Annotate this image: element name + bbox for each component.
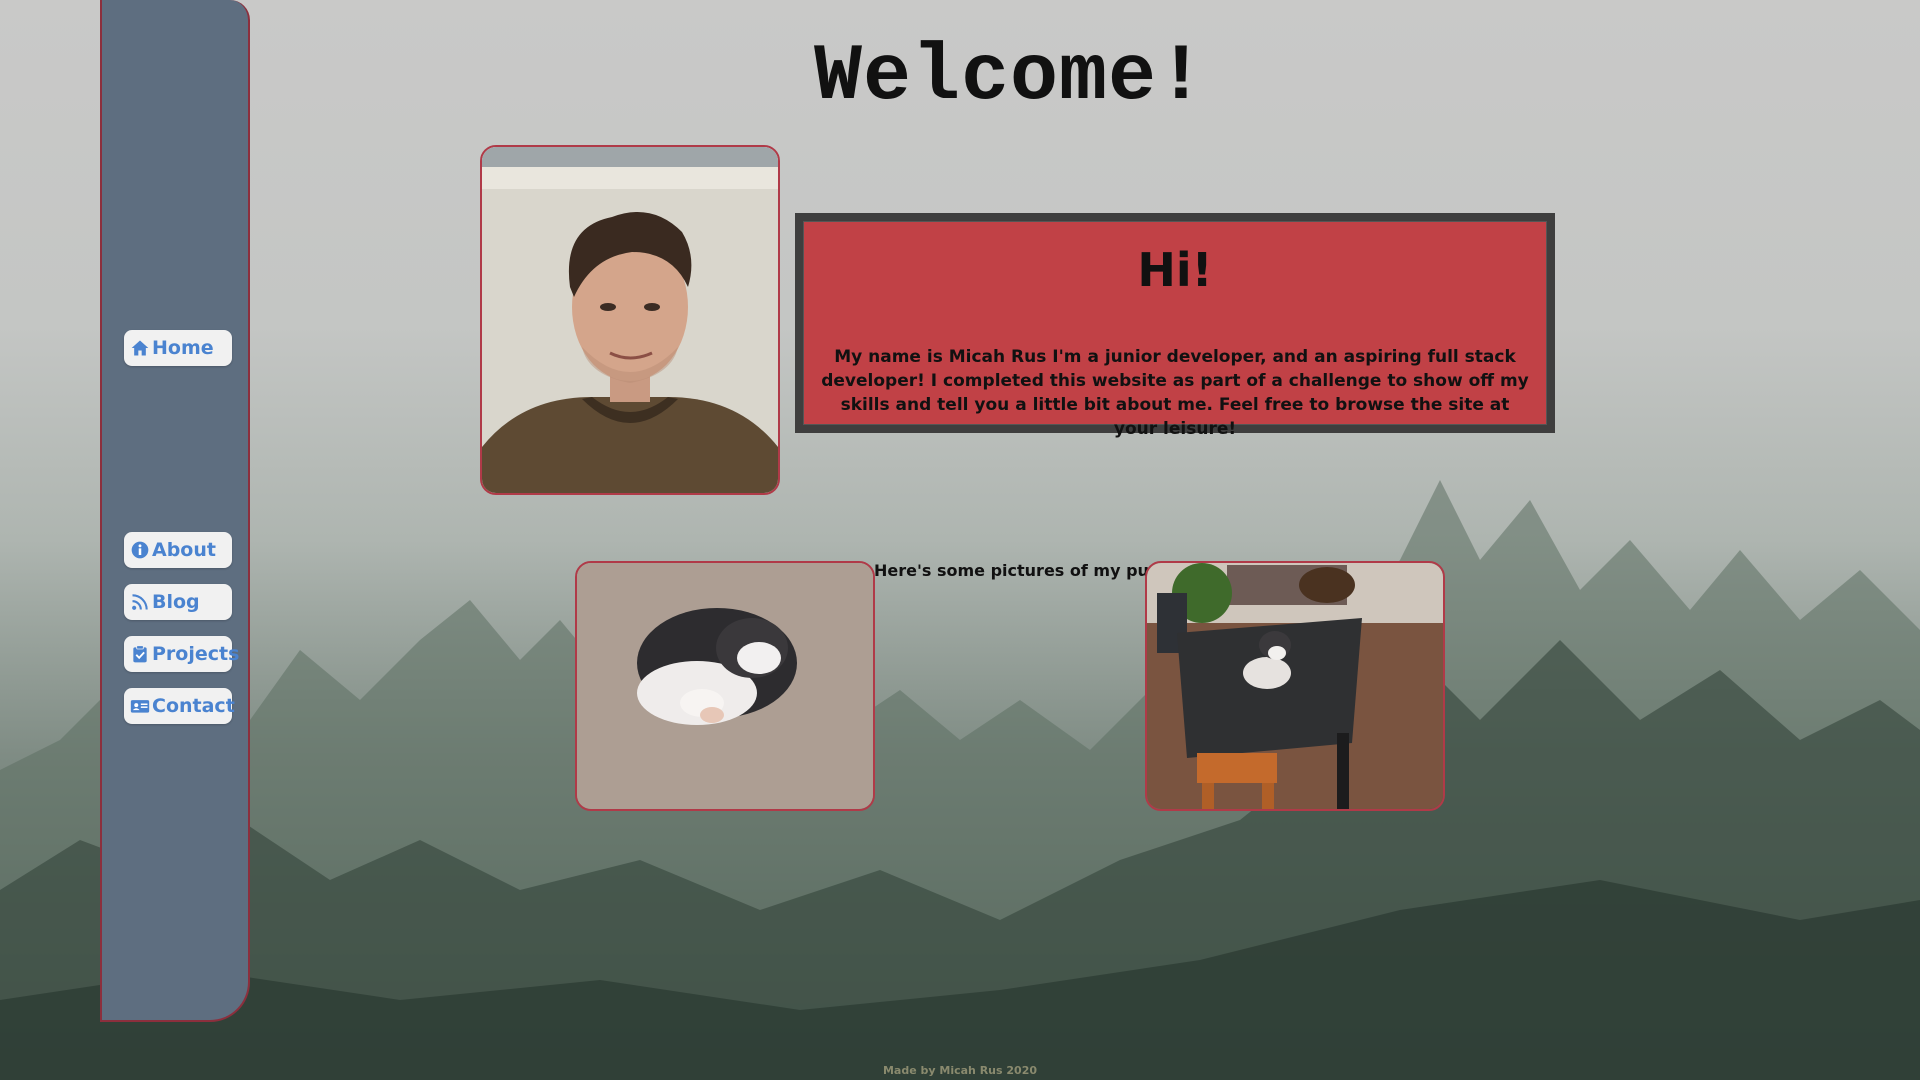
nav-contact-button[interactable]: Contact: [124, 688, 235, 724]
page-title: Welcome!: [813, 32, 1207, 123]
intro-box: Hi! My name is Micah Rus I'm a junior de…: [795, 213, 1555, 439]
address-card-icon: [130, 700, 150, 713]
puppy-caption: Here's some pictures of my puppy :): [874, 561, 1202, 580]
nav-home-label: Home: [152, 337, 214, 359]
rss-icon: [132, 594, 148, 610]
nav-about-label: About: [152, 539, 216, 561]
profile-photo: [480, 145, 780, 495]
info-icon: [131, 541, 149, 559]
intro-text: My name is Micah Rus I'm a junior develo…: [821, 347, 1529, 439]
footer-credit: Made by Micah Rus 2020: [882, 1064, 1038, 1077]
nav-blog-button[interactable]: Blog: [124, 584, 232, 620]
sidebar-nav: Home About Blog Projects Contact: [100, 0, 250, 1022]
nav-contact-label: Contact: [152, 695, 235, 717]
puppy-photo-1: [575, 561, 875, 811]
nav-home-button[interactable]: Home: [124, 330, 232, 366]
intro-heading: Hi!: [1137, 243, 1213, 297]
nav-blog-label: Blog: [152, 591, 200, 613]
clipboard-check-icon: [133, 645, 147, 663]
nav-about-button[interactable]: About: [124, 532, 232, 568]
home-icon: [131, 340, 149, 356]
nav-projects-button[interactable]: Projects: [124, 636, 239, 672]
forest-background: [0, 480, 1920, 1080]
nav-projects-label: Projects: [152, 643, 240, 665]
puppy-photo-2: [1145, 561, 1445, 811]
